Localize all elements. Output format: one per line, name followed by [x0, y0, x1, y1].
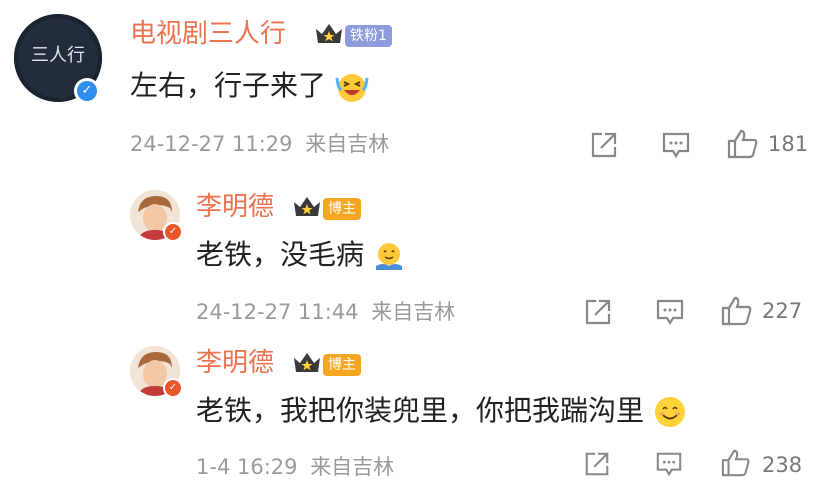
- comment-icon[interactable]: [655, 450, 683, 478]
- comment-location: 来自吉林: [371, 300, 456, 324]
- comment-text-body: 左右，行子来了: [130, 69, 327, 102]
- comment-text: 老铁，没毛病: [196, 237, 405, 273]
- smile-emoji: [654, 397, 685, 427]
- share-icon[interactable]: [583, 297, 613, 327]
- like-icon[interactable]: [726, 128, 760, 160]
- comment-meta: 24-12-27 11:29 来自吉林: [130, 130, 389, 158]
- verified-icon: ✓: [163, 222, 183, 242]
- avatar-text: 三人行: [31, 45, 85, 66]
- comment-meta: 24-12-27 11:44 来自吉林: [196, 298, 455, 326]
- comment-location: 来自吉林: [310, 455, 395, 479]
- comment-author[interactable]: 李明德: [196, 347, 274, 379]
- crown-icon: [294, 197, 320, 216]
- like-count: 227: [762, 299, 803, 323]
- comment-date: 24-12-27 11:29: [130, 132, 293, 156]
- blogger-badge: 博主: [323, 354, 361, 376]
- verified-icon: ✓: [163, 378, 183, 398]
- comment-text: 老铁，我把你装兜里，你把我踹沟里: [196, 393, 687, 429]
- crown-icon: [316, 24, 342, 43]
- blogger-badge: 博主: [323, 198, 361, 220]
- share-icon[interactable]: [589, 130, 619, 160]
- fan-level-badge: 铁粉1: [345, 25, 392, 47]
- verified-icon: ✓: [74, 78, 100, 104]
- comment-author[interactable]: 李明德: [196, 191, 274, 223]
- laughing-crying-emoji: [335, 74, 369, 102]
- comment-meta: 1-4 16:29 来自吉林: [196, 453, 394, 481]
- like-icon[interactable]: [720, 295, 754, 327]
- comment-author[interactable]: 电视剧三人行: [130, 18, 286, 50]
- comment-text: 左右，行子来了: [130, 68, 369, 104]
- comment-icon[interactable]: [655, 297, 685, 327]
- hug-emoji: [375, 243, 402, 270]
- comment-date: 24-12-27 11:44: [196, 300, 359, 324]
- crown-icon: [294, 353, 320, 372]
- comment-date: 1-4 16:29: [196, 455, 298, 479]
- like-count: 181: [768, 132, 809, 156]
- comment-text-body: 老铁，我把你装兜里，你把我踹沟里: [196, 394, 645, 427]
- share-icon[interactable]: [583, 450, 611, 478]
- comment-location: 来自吉林: [305, 132, 390, 156]
- like-icon[interactable]: [720, 448, 752, 478]
- like-count: 238: [762, 453, 803, 477]
- comment-icon[interactable]: [661, 130, 691, 160]
- comment-text-body: 老铁，没毛病: [196, 238, 365, 271]
